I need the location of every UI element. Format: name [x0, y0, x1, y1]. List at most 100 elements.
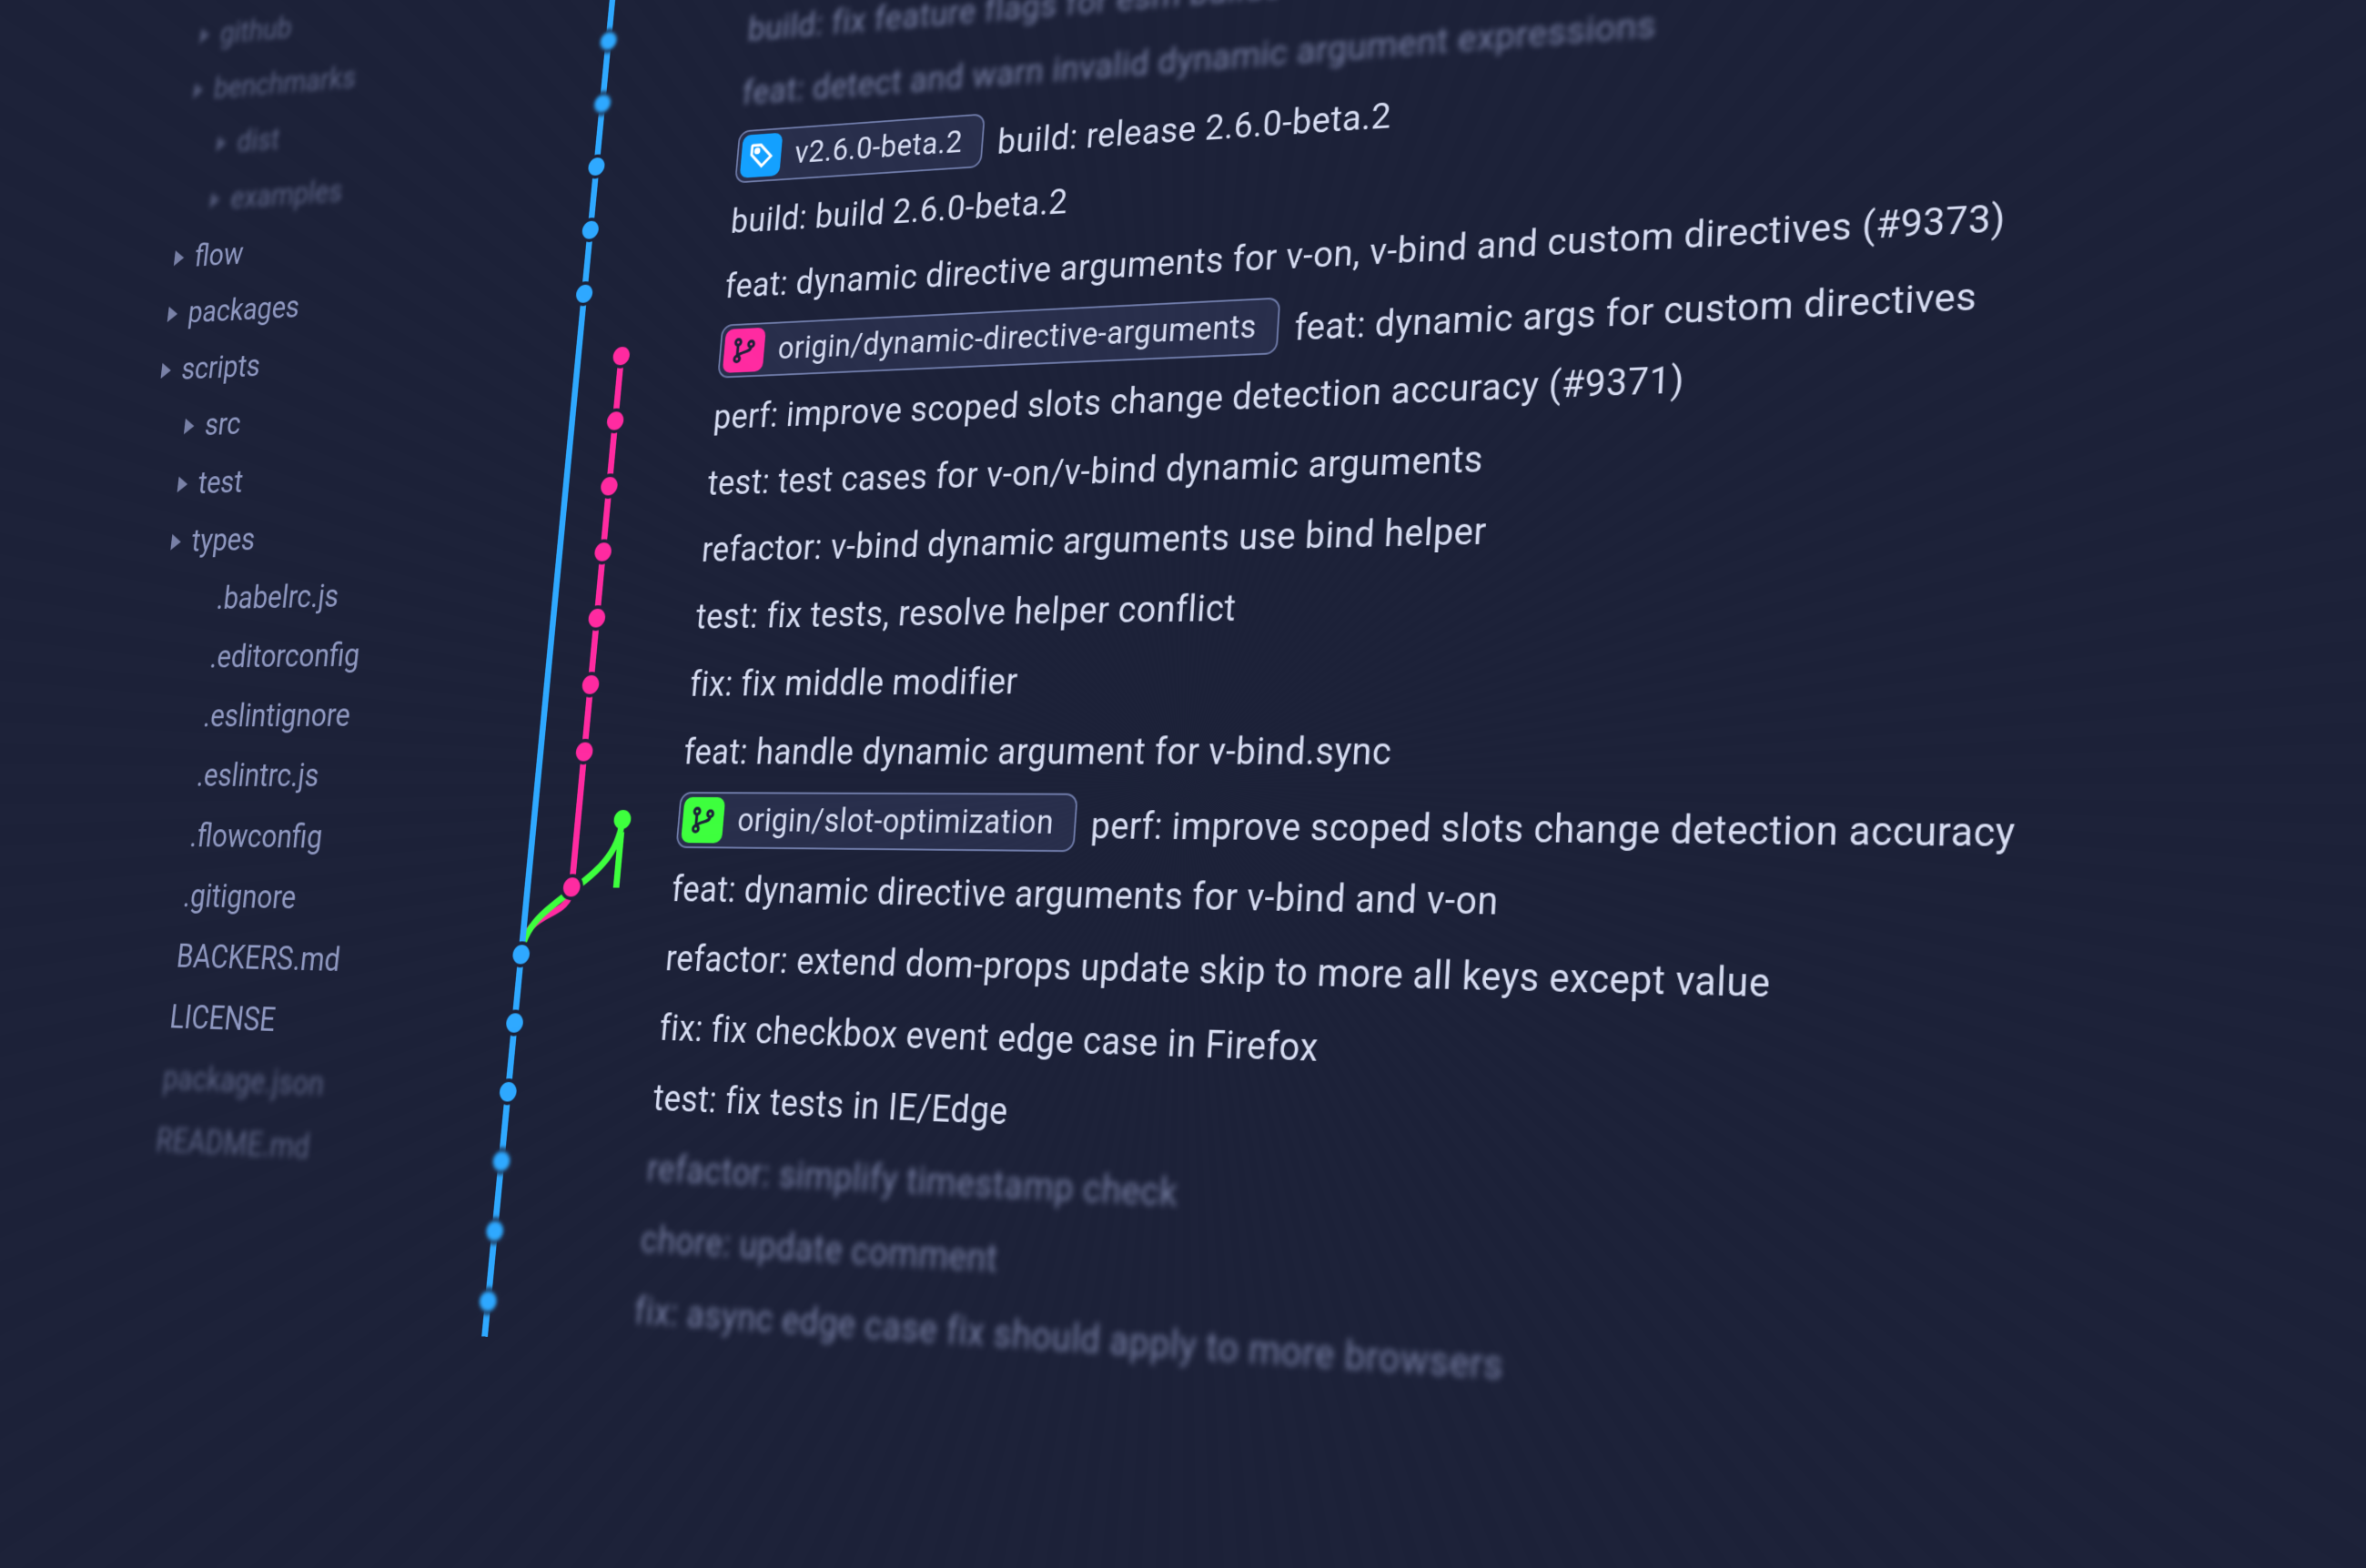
commit-graph-lane: [539, 450, 711, 521]
commit-graph-lane: [513, 718, 687, 786]
commit-node-icon: [505, 1013, 523, 1033]
commit-message: feat: handle dynamic argument for v-bind…: [682, 729, 1393, 774]
chevron-right-icon: [193, 83, 204, 99]
commit-node-icon: [562, 877, 581, 896]
commit-message: chore: update comment: [639, 1218, 999, 1281]
commit-node-icon: [492, 1151, 511, 1171]
tree-item-label: scripts: [178, 338, 263, 399]
commit-graph-lane: [564, 189, 734, 263]
commit-graph-lane: [576, 61, 745, 137]
pill-label: origin/slot-optimization: [736, 802, 1056, 842]
commit-node-icon: [485, 1220, 504, 1241]
commit-node-icon: [575, 284, 593, 303]
commit-message-text: refactor: simplify timestamp check: [645, 1147, 1179, 1215]
git-branch-icon: [723, 328, 766, 373]
commit-graph-lane: [460, 1265, 638, 1347]
commit-graph-lane: [520, 650, 693, 718]
commit-node-icon: [479, 1290, 498, 1311]
tree-item[interactable]: types: [138, 503, 511, 572]
tree-item[interactable]: .flowconfig: [104, 805, 480, 869]
tree-item-label: .editorconfig: [207, 626, 362, 687]
commit-message-text: test: fix tests, resolve helper conflict: [694, 586, 1238, 636]
chevron-right-icon: [160, 363, 171, 379]
commit-message: build: build 2.6.0-beta.2: [730, 181, 1069, 241]
chevron-right-icon: [170, 533, 181, 550]
commit-node-icon: [575, 743, 593, 762]
commit-node-icon: [588, 157, 606, 177]
chevron-right-icon: [167, 306, 178, 322]
tree-item-label: .eslintrc.js: [194, 746, 322, 806]
commit-graph-lane: [487, 988, 662, 1063]
commit-message-text: fix: fix checkbox event edge case in Fir…: [658, 1007, 1320, 1070]
tree-item[interactable]: .editorconfig: [125, 624, 500, 688]
commit-node-icon: [606, 411, 624, 430]
commit-message-text: test: fix tests in IE/Edge: [652, 1077, 1009, 1133]
commit-message: refactor: simplify timestamp check: [645, 1147, 1179, 1215]
chevron-right-icon: [199, 27, 210, 44]
tree-item-label: LICENSE: [167, 987, 278, 1052]
tree-item-label: .flowconfig: [187, 806, 325, 868]
commit-message: origin/slot-optimization perf: improve sc…: [675, 792, 2016, 862]
tree-item-label: packages: [185, 278, 302, 341]
chevron-right-icon: [216, 136, 227, 152]
commit-row[interactable]: feat: handle dynamic argument for v-bind…: [513, 708, 2366, 792]
tag-icon: [740, 133, 784, 178]
tree-item[interactable]: .babelrc.js: [132, 563, 506, 630]
tree-item-label: examples: [228, 163, 346, 227]
tree-item-label: flow: [191, 226, 246, 285]
commit-message-text: test: test cases for v-on/v-bind dynamic…: [706, 437, 1484, 502]
tree-item-label: .babelrc.js: [214, 567, 342, 628]
pill-label: v2.6.0-beta.2: [794, 124, 964, 170]
tree-item[interactable]: .eslintrc.js: [111, 746, 487, 808]
tag-pill[interactable]: v2.6.0-beta.2: [734, 114, 986, 184]
commit-node-icon: [512, 945, 531, 965]
git-branch-icon: [681, 797, 725, 844]
commit-message-text: feat: handle dynamic argument for v-bind…: [682, 729, 1393, 774]
pill-label: origin/dynamic-directive-arguments: [776, 308, 1258, 366]
commit-graph-lane: [570, 125, 740, 199]
commit-message-text: fix: fix middle modifier: [688, 660, 1019, 704]
chevron-right-icon: [184, 419, 195, 435]
commit-message: refactor: v-bind dynamic arguments use b…: [701, 509, 1488, 570]
commit-node-icon: [581, 220, 600, 239]
commit-graph-lane: [551, 319, 723, 391]
commit-graph-lane: [558, 254, 729, 327]
commit-graph-lane: [467, 1195, 644, 1275]
tree-item[interactable]: .eslintignore: [118, 685, 494, 747]
commit-message: feat: dynamic directive arguments for v-…: [670, 868, 1499, 924]
commit-node-icon: [499, 1082, 517, 1102]
commit-graph-lane: [474, 1126, 651, 1204]
commit-node-icon: [600, 477, 618, 496]
commit-graph-lane: [526, 583, 699, 652]
commit-message-text: perf: improve scoped slots change detect…: [1089, 804, 2016, 856]
commit-graph-lane: [507, 785, 682, 855]
commit-message-text: refactor: v-bind dynamic arguments use b…: [701, 509, 1488, 570]
tree-item[interactable]: BACKERS.md: [90, 925, 469, 995]
tree-item-label: test: [195, 453, 246, 512]
tree-item-label: types: [188, 511, 258, 571]
chevron-right-icon: [177, 476, 188, 492]
tree-item-label: package.json: [159, 1048, 327, 1117]
tree-item[interactable]: .gitignore: [97, 865, 475, 933]
commit-message: test: fix tests, resolve helper conflict: [694, 586, 1238, 636]
tree-item-label: .eslintignore: [200, 686, 353, 747]
tree-item-label: README.md: [153, 1109, 313, 1179]
tree-item-label: .gitignore: [180, 866, 299, 929]
tree-item-label: src: [202, 396, 244, 455]
commit-node-icon: [612, 347, 631, 366]
commit-message: refactor: extend dom-props update skip t…: [664, 936, 1772, 1006]
commit-message: fix: fix checkbox event edge case in Fir…: [658, 1007, 1320, 1070]
commit-node-icon: [581, 675, 600, 694]
tree-item-label: BACKERS.md: [174, 926, 344, 992]
commit-node-icon: [588, 609, 606, 628]
commit-graph-lane: [480, 1057, 657, 1133]
branch-pill[interactable]: origin/slot-optimization: [675, 792, 1077, 852]
commit-message-text: chore: update comment: [639, 1218, 999, 1281]
commit-message-text: build: build 2.6.0-beta.2: [730, 181, 1069, 241]
commit-message: fix: fix middle modifier: [688, 660, 1019, 704]
commit-graph-lane: [500, 853, 675, 924]
commit-node-icon: [594, 542, 612, 561]
commit-graph-lane: [532, 516, 705, 586]
chevron-right-icon: [209, 192, 220, 208]
commit-message: test: fix tests in IE/Edge: [652, 1077, 1009, 1133]
